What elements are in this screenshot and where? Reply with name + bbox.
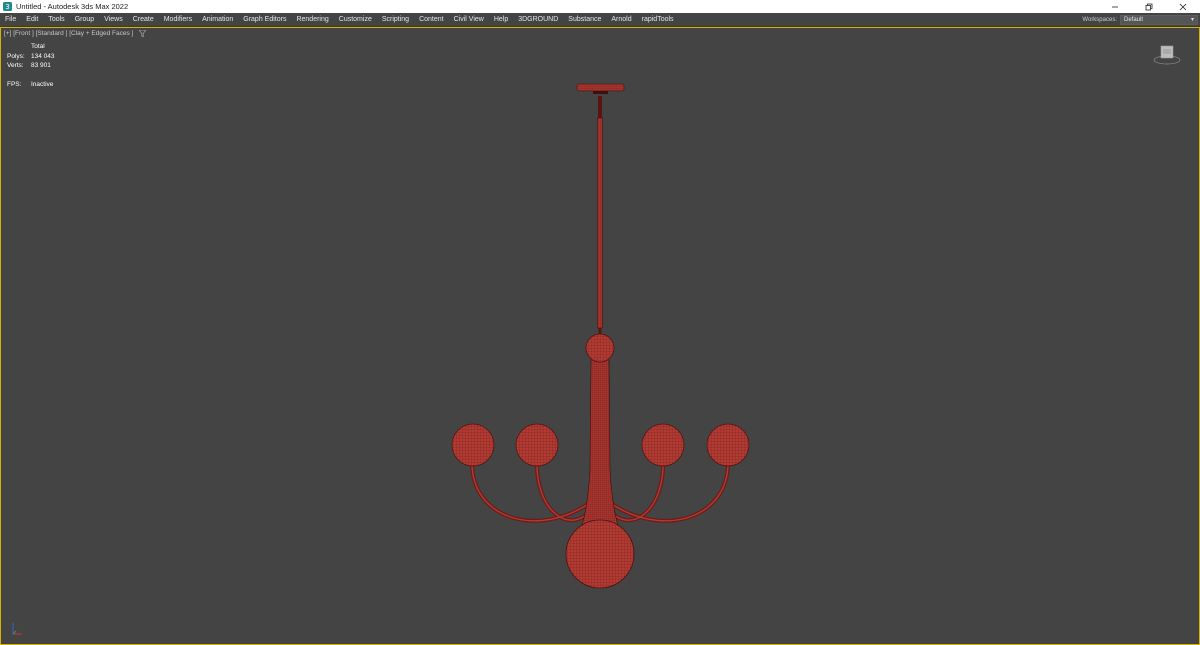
chandelier-model[interactable] <box>0 0 1200 645</box>
central-stem <box>581 359 619 526</box>
globe-right-outer <box>706 423 750 467</box>
hanging-rod <box>597 96 603 338</box>
globe-left-outer <box>451 423 495 467</box>
upper-sphere <box>585 333 615 363</box>
ceiling-canopy <box>576 83 625 94</box>
globe-right-inner <box>641 423 685 467</box>
globe-left-inner <box>515 423 559 467</box>
bottom-sphere <box>565 519 635 589</box>
